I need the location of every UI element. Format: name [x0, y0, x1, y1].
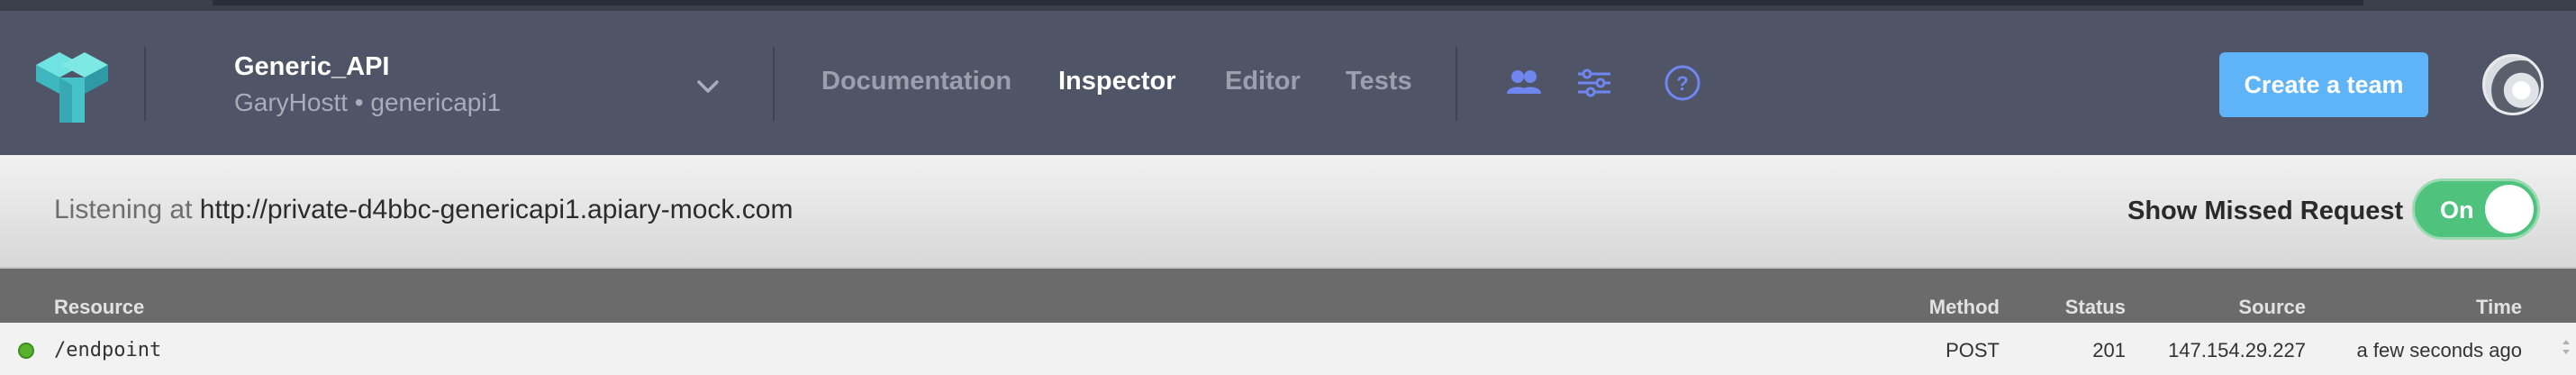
avatar[interactable]: [2482, 54, 2544, 115]
toggle-knob: [2485, 185, 2534, 233]
column-header-method[interactable]: Method: [1929, 296, 2000, 319]
column-header-resource[interactable]: Resource: [54, 296, 144, 319]
column-header-source[interactable]: Source: [2238, 296, 2306, 319]
row-source: 147.154.29.227: [2168, 339, 2306, 361]
toggle-label: On: [2440, 197, 2474, 224]
mock-server-url[interactable]: http://private-d4bbc-genericapi1.apiary-…: [200, 195, 794, 224]
row-time: a few seconds ago: [2356, 339, 2522, 361]
app-header: Generic_API GaryHostt • genericapi1 Docu…: [0, 11, 2576, 155]
listening-text: Listening at http://private-d4bbc-generi…: [54, 195, 793, 225]
tab-documentation[interactable]: Documentation: [821, 67, 1011, 96]
top-strip-bar: [213, 0, 2363, 5]
row-method: POST: [1946, 339, 2000, 361]
api-name[interactable]: Generic_API: [234, 52, 389, 82]
header-divider: [773, 47, 775, 121]
svg-text:?: ?: [1676, 72, 1688, 95]
tab-inspector[interactable]: Inspector: [1058, 67, 1176, 96]
column-header-time[interactable]: Time: [2476, 296, 2522, 319]
settings-sliders-icon[interactable]: [1574, 63, 1614, 103]
help-icon[interactable]: ?: [1663, 63, 1702, 103]
window-top-strip: [0, 0, 2576, 11]
column-header-status[interactable]: Status: [2065, 296, 2126, 319]
show-missed-request-label: Show Missed Request: [2127, 197, 2404, 225]
team-icon[interactable]: [1504, 63, 1544, 103]
chevron-down-icon[interactable]: [694, 72, 722, 101]
create-team-button[interactable]: Create a team: [2219, 52, 2428, 117]
listening-bar: Listening at http://private-d4bbc-generi…: [0, 155, 2576, 269]
listening-prefix: Listening at: [54, 195, 193, 224]
api-subtitle: GaryHostt • genericapi1: [234, 88, 502, 116]
row-resource: /endpoint: [54, 339, 162, 361]
table-header: Resource Method Status Source Time: [0, 269, 2576, 323]
status-indicator-dot: [18, 343, 34, 359]
header-divider: [1456, 47, 1457, 121]
tab-editor[interactable]: Editor: [1225, 67, 1301, 96]
apiary-logo-icon[interactable]: [36, 49, 108, 123]
show-missed-request-toggle[interactable]: On: [2412, 178, 2540, 240]
header-divider: [144, 47, 146, 121]
row-status: 201: [2092, 339, 2126, 361]
table-row[interactable]: /endpoint POST 201 147.154.29.227 a few …: [0, 323, 2576, 375]
tab-tests[interactable]: Tests: [1346, 67, 1412, 96]
resize-grip-icon[interactable]: [2562, 339, 2571, 361]
